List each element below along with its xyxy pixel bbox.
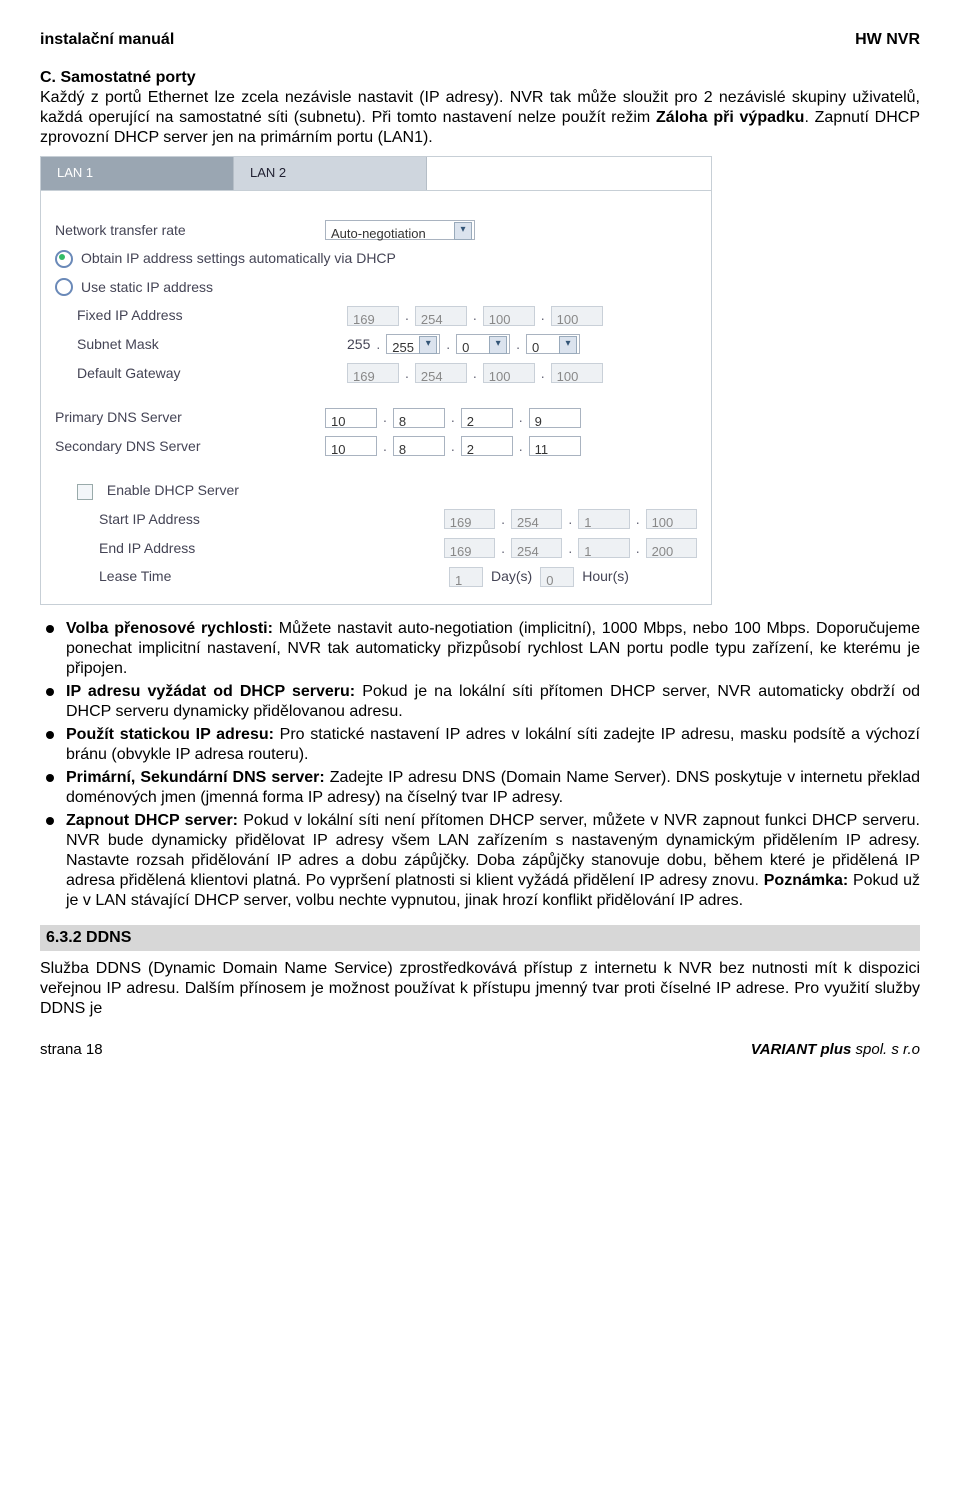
pdns-1[interactable]: 8: [393, 408, 445, 428]
sdns-0[interactable]: 10: [325, 436, 377, 456]
end-ip-label: End IP Address: [55, 535, 365, 562]
transfer-rate-select[interactable]: Auto-negotiation ▾: [325, 220, 475, 240]
section-c-title: C. Samostatné porty: [40, 68, 920, 88]
radio-static[interactable]: [55, 278, 73, 296]
pdns-3[interactable]: 9: [529, 408, 581, 428]
chevron-down-icon: ▾: [489, 336, 507, 354]
end-ip-2[interactable]: 1: [578, 538, 629, 558]
ddns-heading: 6.3.2 DDNS: [40, 925, 920, 951]
fixed-ip-2[interactable]: 100: [483, 306, 535, 326]
lease-label: Lease Time: [55, 563, 369, 590]
radio-dhcp[interactable]: [55, 250, 73, 268]
lease-hours[interactable]: 0: [540, 567, 574, 587]
subnet-label: Subnet Mask: [55, 331, 347, 358]
start-ip-0[interactable]: 169: [444, 509, 495, 529]
page-footer: strana 18 VARIANT plus spol. s r.o: [40, 1041, 920, 1060]
gateway-label: Default Gateway: [55, 360, 347, 387]
chevron-down-icon: ▾: [559, 336, 577, 354]
sdns-label: Secondary DNS Server: [55, 433, 325, 460]
subnet-0: 255: [347, 331, 370, 358]
header-right: HW NVR: [855, 30, 920, 50]
enable-dhcp-checkbox[interactable]: [77, 484, 93, 500]
gateway-2[interactable]: 100: [483, 363, 535, 383]
transfer-rate-value: Auto-negotiation: [331, 226, 426, 241]
page-header: instalační manuál HW NVR: [40, 30, 920, 50]
start-ip-label: Start IP Address: [55, 506, 365, 533]
enable-dhcp-label: Enable DHCP Server: [107, 482, 239, 498]
radio-dhcp-label: Obtain IP address settings automatically…: [81, 245, 396, 272]
bullet-dhcp-server: Zapnout DHCP server: Pokud v lokální sít…: [40, 811, 920, 911]
section-c-text-bold: Záloha při výpadku: [656, 109, 804, 126]
sdns-3[interactable]: 11: [529, 436, 581, 456]
lan-tabs: LAN 1 LAN 2: [41, 157, 711, 191]
ddns-text: Služba DDNS (Dynamic Domain Name Service…: [40, 959, 920, 1019]
transfer-rate-label: Network transfer rate: [55, 217, 325, 244]
end-ip-1[interactable]: 254: [511, 538, 562, 558]
lease-days-unit: Day(s): [483, 563, 540, 590]
bullet-static-ip: Použít statickou IP adresu: Pro statické…: [40, 725, 920, 765]
end-ip-0[interactable]: 169: [444, 538, 495, 558]
bullet-transfer-rate: Volba přenosové rychlosti: Můžete nastav…: [40, 619, 920, 679]
header-left: instalační manuál: [40, 30, 174, 50]
sdns-1[interactable]: 8: [393, 436, 445, 456]
end-ip-3[interactable]: 200: [646, 538, 697, 558]
fixed-ip-label: Fixed IP Address: [55, 302, 347, 329]
fixed-ip-1[interactable]: 254: [415, 306, 467, 326]
pdns-0[interactable]: 10: [325, 408, 377, 428]
chevron-down-icon: ▾: [419, 336, 437, 354]
start-ip-1[interactable]: 254: [511, 509, 562, 529]
bullet-dns: Primární, Sekundární DNS server: Zadejte…: [40, 768, 920, 808]
gateway-3[interactable]: 100: [551, 363, 603, 383]
lan-config-panel: LAN 1 LAN 2 Network transfer rate Auto-n…: [40, 156, 712, 605]
lease-hours-unit: Hour(s): [574, 563, 637, 590]
chevron-down-icon: ▾: [454, 222, 472, 240]
feature-bullet-list: Volba přenosové rychlosti: Můžete nastav…: [40, 619, 920, 911]
radio-static-label: Use static IP address: [81, 274, 213, 301]
subnet-3-select[interactable]: 0▾: [526, 334, 580, 354]
footer-company: VARIANT plus spol. s r.o: [751, 1041, 920, 1060]
tab-lan2[interactable]: LAN 2: [234, 157, 427, 190]
subnet-1-select[interactable]: 255▾: [386, 334, 440, 354]
pdns-label: Primary DNS Server: [55, 404, 325, 431]
sdns-2[interactable]: 2: [461, 436, 513, 456]
bullet-dhcp-client: IP adresu vyžádat od DHCP serveru: Pokud…: [40, 682, 920, 722]
start-ip-3[interactable]: 100: [646, 509, 697, 529]
start-ip-2[interactable]: 1: [578, 509, 629, 529]
gateway-1[interactable]: 254: [415, 363, 467, 383]
subnet-2-select[interactable]: 0▾: [456, 334, 510, 354]
footer-page: strana 18: [40, 1041, 103, 1060]
fixed-ip-0[interactable]: 169: [347, 306, 399, 326]
section-c-paragraph: Každý z portů Ethernet lze zcela nezávis…: [40, 88, 920, 148]
gateway-0[interactable]: 169: [347, 363, 399, 383]
pdns-2[interactable]: 2: [461, 408, 513, 428]
lease-days[interactable]: 1: [449, 567, 483, 587]
fixed-ip-3[interactable]: 100: [551, 306, 603, 326]
tab-lan1[interactable]: LAN 1: [41, 157, 234, 190]
